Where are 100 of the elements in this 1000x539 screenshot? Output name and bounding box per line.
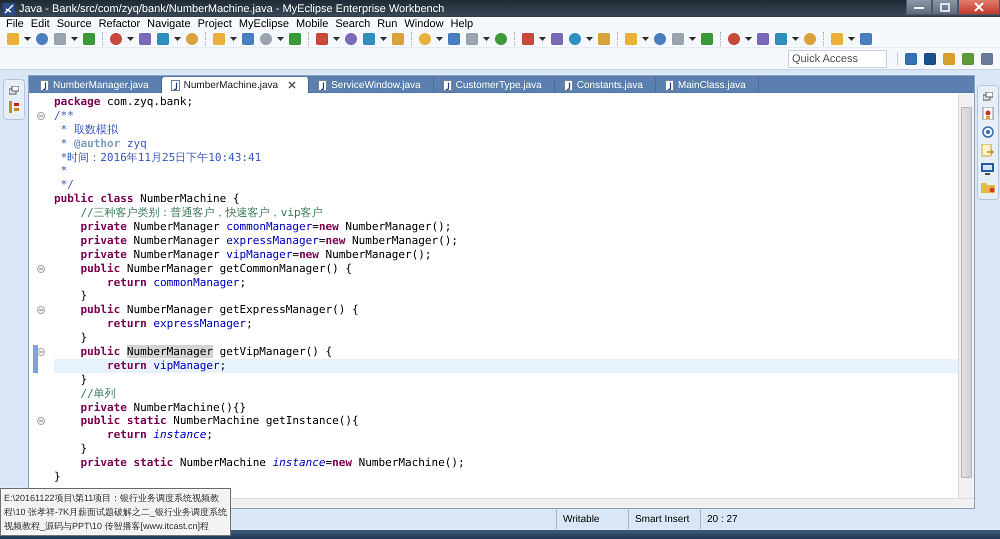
code-line: return expressManager; [106, 317, 254, 332]
restore-icon [982, 92, 992, 101]
code-line: return commonManager; [106, 276, 248, 290]
dropdown-arrow-icon[interactable] [792, 36, 799, 40]
toolbar-icon[interactable] [241, 32, 255, 46]
dropdown-arrow-icon[interactable] [539, 36, 546, 40]
code-line: private NumberManager commonManager=new NumberManager(); [79, 220, 452, 234]
code-line: //三种客户类别：普通客户，快速客户，vip客户 [79, 206, 324, 220]
code-line: } [79, 331, 88, 346]
menu-item[interactable]: Navigate [145, 18, 196, 30]
toolbar-icon[interactable] [109, 32, 123, 46]
code-line: //单列 [79, 386, 117, 401]
menu-item[interactable]: MyEclipse [236, 18, 294, 30]
fold-icon[interactable] [37, 306, 45, 314]
close-icon [974, 2, 984, 12]
dropdown-arrow-icon[interactable] [689, 36, 696, 40]
app-icon [3, 2, 15, 14]
code-line: private NumberMachine(){} [79, 400, 248, 414]
code-line: * 取数模拟 [60, 122, 119, 137]
minimize-button[interactable] [906, 0, 932, 15]
toolbar-icon[interactable] [653, 32, 667, 46]
code-line: * [60, 164, 68, 178]
code-line: private NumberManager expressManager=new NumberManager(); [79, 234, 460, 248]
menu-item[interactable]: Refactor [96, 18, 146, 30]
close-icon[interactable] [288, 81, 296, 89]
fold-icon[interactable] [37, 264, 45, 273]
toolbar-icon[interactable] [35, 32, 49, 46]
menu-item[interactable]: Help [448, 18, 478, 30]
dropdown-arrow-icon[interactable] [277, 36, 284, 40]
code-line: public NumberManager getCommonManager() { [79, 262, 354, 276]
dropdown-arrow-icon[interactable] [230, 36, 237, 40]
dropdown-arrow-icon[interactable] [436, 36, 443, 40]
code-line: package com.zyq.bank; [53, 95, 194, 109]
scroll-thumb[interactable] [961, 107, 972, 478]
maximize-button[interactable] [932, 0, 958, 15]
java-file-icon [40, 80, 49, 90]
document-arrow-icon[interactable] [981, 144, 994, 157]
code-line: return instance; [106, 428, 214, 442]
perspective-icon[interactable] [980, 52, 994, 66]
menu-item[interactable]: Edit [28, 18, 55, 30]
toolbar-icon[interactable] [550, 32, 564, 46]
code-line: } [79, 289, 88, 304]
dropdown-arrow-icon[interactable] [380, 36, 387, 40]
document-icon[interactable] [982, 107, 994, 120]
menu-item[interactable]: File [4, 18, 29, 30]
toolbar-icon[interactable] [727, 32, 741, 46]
perspective-icon[interactable] [923, 52, 937, 66]
dropdown-arrow-icon[interactable] [745, 36, 752, 40]
code-line: private NumberManager vipManager=new NumberManager(); [79, 248, 433, 262]
toolbar-icon[interactable] [447, 32, 461, 46]
vertical-scrollbar[interactable] [958, 93, 974, 498]
code-line: * @author zyq [60, 136, 148, 151]
code-line: public class NumberMachine { [53, 192, 240, 206]
menu-item[interactable]: Run [375, 18, 402, 30]
dropdown-arrow-icon[interactable] [174, 36, 181, 40]
dropdown-arrow-icon[interactable] [24, 36, 31, 40]
folder-icon[interactable] [980, 181, 994, 193]
code-line: } [53, 470, 62, 484]
monitor-icon[interactable] [981, 163, 994, 175]
close-button[interactable] [958, 0, 1000, 15]
code-line: } [79, 372, 88, 387]
fold-icon[interactable] [37, 112, 45, 120]
toolbar-icon[interactable] [315, 32, 329, 46]
code-line: /** [54, 108, 75, 123]
code-line: private static NumberMachine instance=new NumberMachine(); [79, 456, 466, 470]
java-file-icon [170, 80, 180, 90]
quick-access-field[interactable]: Quick Access [788, 50, 887, 68]
dropdown-arrow-icon[interactable] [642, 36, 649, 40]
menu-item[interactable]: Mobile [294, 18, 334, 30]
editor-tab[interactable]: NumberMachine.java [162, 77, 310, 93]
dropdown-arrow-icon[interactable] [127, 36, 134, 40]
restore-icon [9, 86, 19, 95]
toolbar-icon[interactable] [756, 32, 770, 46]
toolbar-icon[interactable] [521, 32, 535, 46]
hierarchy-icon[interactable] [9, 101, 19, 113]
menu-item[interactable]: Source [54, 18, 97, 30]
java-file-icon [318, 80, 328, 90]
window-title: Java - Bank/src/com/zyq/bank/NumberMachine.java - MyEclipse Enterprise Workbench [19, 2, 446, 14]
dropdown-arrow-icon[interactable] [333, 36, 340, 40]
code-line: public NumberManager getVipManager() { [79, 345, 334, 359]
java-file-icon [564, 80, 573, 90]
java-file-icon [664, 80, 674, 90]
code-line: public NumberManager getExpressManager() { [79, 303, 360, 318]
toolbar-icon[interactable] [344, 32, 358, 46]
minimize-icon [914, 4, 924, 10]
code-line: } [79, 442, 88, 456]
toolbar-icon[interactable] [859, 32, 873, 46]
java-file-icon [442, 80, 452, 90]
dropdown-arrow-icon[interactable] [586, 36, 593, 40]
menu-item[interactable]: Project [196, 18, 237, 30]
open-perspective-icon[interactable] [904, 52, 918, 66]
menu-item[interactable]: Window [402, 18, 449, 30]
code-line: */ [60, 178, 75, 192]
fold-icon[interactable] [37, 417, 45, 426]
dropdown-arrow-icon[interactable] [483, 36, 490, 40]
dropdown-arrow-icon[interactable] [848, 36, 855, 40]
dropdown-arrow-icon[interactable] [71, 36, 78, 40]
menu-item[interactable]: Search [333, 18, 376, 30]
perspective-icon[interactable] [961, 52, 975, 66]
toolbar-icon[interactable] [138, 32, 152, 46]
